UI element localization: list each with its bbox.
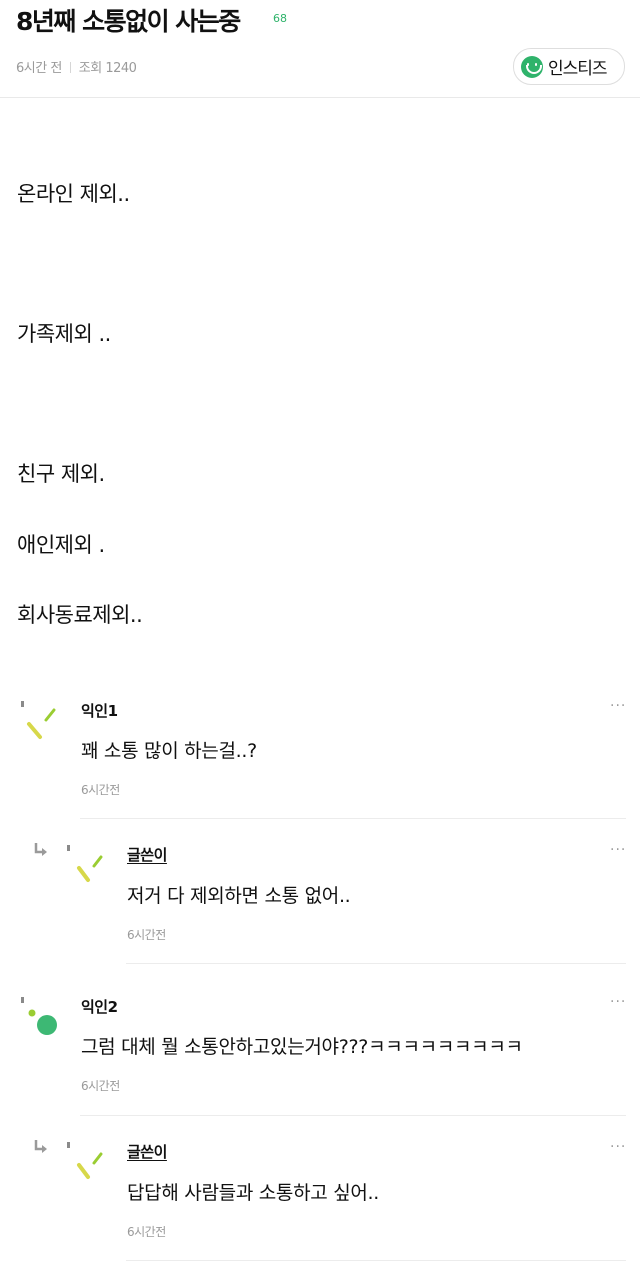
more-dots-icon[interactable]: ··· xyxy=(610,1139,626,1155)
anonymous-avatar-icon[interactable] xyxy=(64,1139,110,1185)
comment-divider xyxy=(126,963,626,964)
post-body-line: 회사동료제외.. xyxy=(17,603,143,627)
comment-time: 6시간전 xyxy=(81,1079,120,1093)
post-body-line: 가족제외 .. xyxy=(17,322,111,346)
comment-divider xyxy=(80,818,626,819)
header-divider xyxy=(0,97,640,98)
anonymous-avatar-icon[interactable] xyxy=(18,698,64,744)
comment-count-badge[interactable]: 68 xyxy=(273,12,287,25)
more-dots-icon[interactable]: ··· xyxy=(610,698,626,714)
more-dots-icon[interactable]: ··· xyxy=(610,994,626,1010)
comment-time: 6시간전 xyxy=(81,783,120,797)
post-title: 8년째 소통없이 사는중 xyxy=(16,7,241,36)
comment-text: 그럼 대체 뭘 소통안하고있는거야???ㅋㅋㅋㅋㅋㅋㅋㅋㅋ xyxy=(81,1036,523,1058)
board-badge-label: 인스티즈 xyxy=(548,59,608,79)
comment-author[interactable]: 글쓴이 xyxy=(127,1141,167,1162)
comment-divider xyxy=(80,1115,626,1116)
anonymous-avatar-icon[interactable] xyxy=(64,842,110,888)
post-meta: 6시간 전 조회 1240 xyxy=(16,57,137,76)
comment-text: 답답해 사람들과 소통하고 싶어.. xyxy=(127,1182,380,1204)
comment-author[interactable]: 글쓴이 xyxy=(127,844,167,865)
smile-icon xyxy=(521,55,543,78)
post-body-line: 친구 제외. xyxy=(17,462,105,486)
reply-arrow-icon xyxy=(34,843,47,856)
reply-arrow-icon xyxy=(34,1140,47,1153)
comment-text: 꽤 소통 많이 하는걸..? xyxy=(81,740,257,762)
comment-divider xyxy=(126,1260,626,1261)
board-badge-button[interactable]: 인스티즈 xyxy=(513,48,625,85)
comment-time: 6시간전 xyxy=(127,928,166,942)
comment-time: 6시간전 xyxy=(127,1225,166,1239)
comment-author[interactable]: 익인2 xyxy=(81,996,118,1017)
comment-author[interactable]: 익인1 xyxy=(81,700,118,721)
more-dots-icon[interactable]: ··· xyxy=(610,842,626,858)
anonymous-avatar-icon[interactable] xyxy=(18,994,64,1040)
meta-separator xyxy=(69,62,71,73)
comment-text: 저거 다 제외하면 소통 없어.. xyxy=(127,885,351,907)
post-body-line: 온라인 제외.. xyxy=(17,182,130,206)
post-time: 6시간 전 xyxy=(16,61,62,76)
post-body-line: 애인제외 . xyxy=(17,533,105,557)
post-views: 조회 1240 xyxy=(78,61,137,76)
